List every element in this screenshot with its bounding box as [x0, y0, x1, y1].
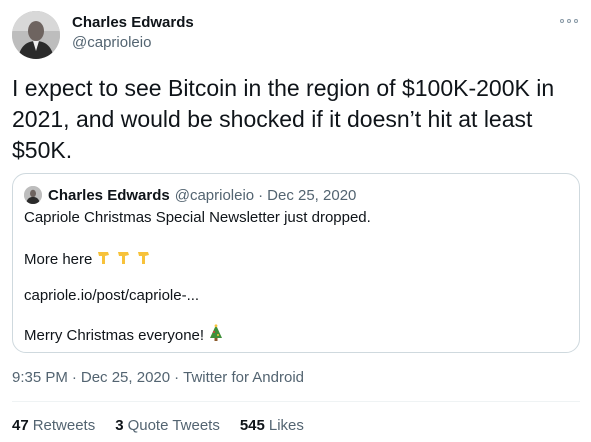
quoted-author-name: Charles Edwards: [48, 186, 170, 204]
quote-tweets-label: Quote Tweets: [127, 417, 220, 434]
tweet-time[interactable]: 9:35 PM: [12, 369, 68, 386]
quoted-author-handle: @caprioleio: [174, 186, 255, 204]
author-handle[interactable]: @caprioleio: [72, 33, 151, 53]
likes-label: Likes: [268, 417, 304, 434]
quote-tweets-count: 3: [115, 417, 124, 434]
tweet-text: I expect to see Bitcoin in the region of…: [12, 75, 555, 163]
author-name[interactable]: Charles Edwards: [72, 13, 194, 33]
avatar[interactable]: [12, 11, 60, 59]
quote-tweets-stat[interactable]: 3 Quote Tweets: [115, 416, 220, 436]
divider: [12, 401, 580, 402]
quoted-line-2: More here: [24, 251, 93, 268]
likes-stat[interactable]: 545 Likes: [240, 416, 304, 436]
more-icon[interactable]: [560, 14, 578, 28]
retweets-label: Retweets: [32, 417, 96, 434]
quoted-tweet[interactable]: Charles Edwards @caprioleio · Dec 25, 20…: [12, 173, 580, 353]
retweets-stat[interactable]: 47 Retweets: [12, 416, 95, 436]
tweet-stats: 47 Retweets 3 Quote Tweets 545 Likes: [12, 416, 324, 436]
quoted-line-4-row: Merry Christmas everyone!: [24, 324, 224, 348]
tweet-date[interactable]: Dec 25, 2020: [81, 369, 170, 386]
tweet-meta: 9:35 PM · Dec 25, 2020 · Twitter for Android: [12, 368, 304, 388]
meta-separator-2: ·: [174, 369, 180, 386]
tweet-source[interactable]: Twitter for Android: [183, 369, 304, 386]
quoted-link[interactable]: capriole.io/post/capriole-...: [24, 286, 199, 306]
quoted-date: Dec 25, 2020: [267, 186, 357, 204]
quoted-line-2-row: More here: [24, 248, 154, 272]
retweets-count: 47: [12, 417, 29, 434]
quoted-line-1: Capriole Christmas Special Newsletter ju…: [24, 209, 371, 226]
quoted-tweet-header: Charles Edwards @caprioleio · Dec 25, 20…: [24, 185, 356, 205]
pointing-down-icon: [96, 248, 154, 272]
christmas-tree-icon: [208, 324, 224, 348]
quoted-avatar: [24, 186, 42, 204]
likes-count: 545: [239, 417, 265, 434]
tweet: Charles Edwards @caprioleio I expect to …: [0, 0, 591, 442]
meta-separator-1: ·: [71, 369, 77, 386]
quoted-line-4: Merry Christmas everyone!: [24, 327, 205, 344]
quoted-separator: ·: [258, 186, 264, 204]
